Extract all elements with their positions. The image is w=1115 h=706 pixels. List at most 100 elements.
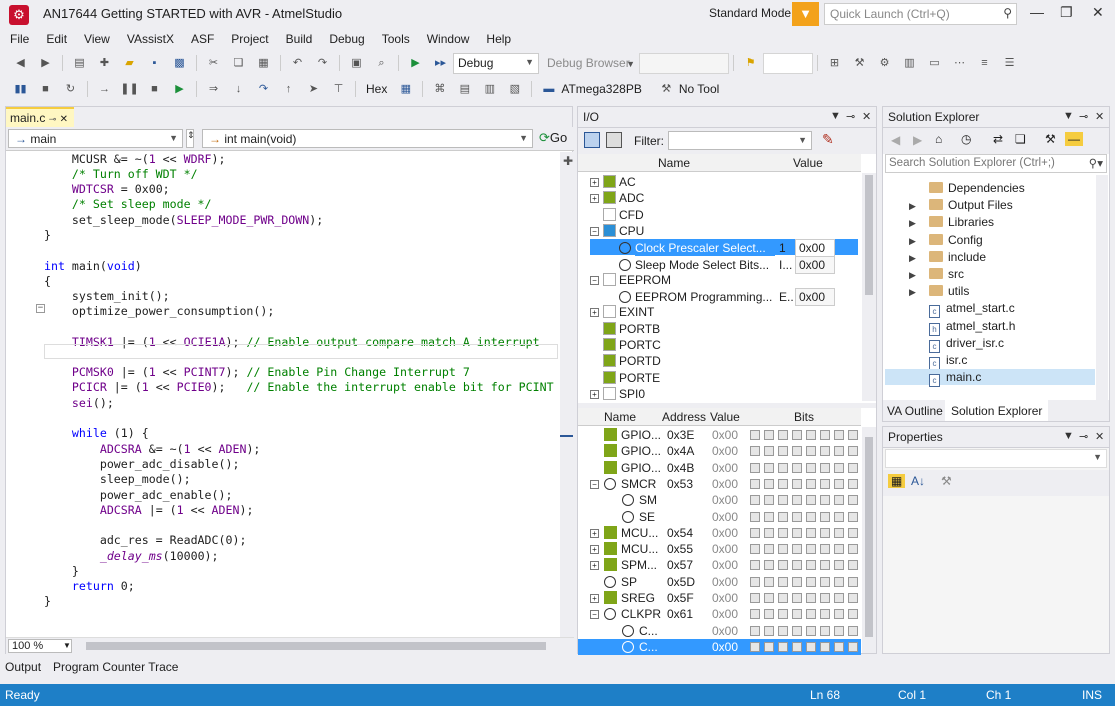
bit-checkbox[interactable] (792, 511, 802, 522)
find-icon[interactable]: ⌕ (372, 55, 391, 71)
menu-vassistx[interactable]: VAssistX (121, 32, 180, 46)
more-icon[interactable]: ⋯ (950, 55, 969, 71)
bit-checkbox[interactable] (806, 446, 816, 457)
expand-arrow-icon[interactable]: ▶ (909, 250, 929, 266)
bit-checkbox[interactable] (820, 641, 830, 652)
comment-icon[interactable]: ▤ (455, 81, 474, 97)
menu-view[interactable]: View (78, 32, 116, 46)
bit-boxes[interactable] (750, 606, 862, 622)
pin-icon[interactable]: ⊸ (49, 114, 57, 124)
platform-select[interactable] (639, 52, 729, 74)
bit-checkbox[interactable] (750, 511, 760, 522)
bit-checkbox[interactable] (820, 576, 830, 587)
bit-checkbox[interactable] (806, 609, 816, 620)
bit-checkbox[interactable] (750, 560, 760, 571)
bit-boxes[interactable] (750, 574, 862, 590)
quick-launch-input[interactable]: Quick Launch (Ctrl+Q) ⚲ (824, 3, 1017, 25)
io-register-row[interactable]: GPIO... 0x4B 0x00 (578, 460, 861, 476)
forward-icon[interactable]: ▶ (36, 55, 55, 71)
bit-checkbox[interactable] (806, 495, 816, 506)
solution-search-input[interactable]: Search Solution Explorer (Ctrl+;) ⚲▾ (885, 154, 1107, 173)
scope-select[interactable]: → main ▼ (8, 129, 183, 148)
bit-checkbox[interactable] (778, 593, 788, 603)
maximize-button[interactable]: ❐ (1060, 4, 1073, 21)
bit-checkbox[interactable] (848, 576, 858, 587)
bit-checkbox[interactable] (792, 576, 802, 587)
pin-icon[interactable]: ⊸ (1079, 110, 1088, 123)
bit-checkbox[interactable] (792, 560, 802, 571)
io-module-item[interactable]: PORTE (590, 370, 660, 386)
solution-item[interactable]: ▶ utils (885, 283, 1095, 299)
bit-checkbox[interactable] (764, 576, 774, 587)
continue-icon[interactable]: ▶ (170, 81, 189, 97)
vertical-scrollbar[interactable]: ✚ (560, 152, 573, 637)
io-register-row[interactable]: SM 0x00 (578, 492, 861, 508)
tab-va-outline[interactable]: VA Outline (887, 404, 943, 418)
bit-boxes[interactable] (750, 509, 862, 525)
expand-icon[interactable]: + (590, 389, 599, 399)
new-project-icon[interactable]: ▤ (70, 55, 89, 71)
bit-checkbox[interactable] (764, 430, 774, 440)
close-icon[interactable]: ✕ (1095, 110, 1104, 123)
io-module-item[interactable]: PORTB (590, 321, 660, 337)
bit-checkbox[interactable] (764, 478, 774, 489)
bit-checkbox[interactable] (806, 576, 816, 587)
io-register-row[interactable]: C... 0x00 (578, 638, 861, 655)
solution-item[interactable]: Dependencies (885, 180, 1095, 196)
bit-boxes[interactable] (750, 427, 862, 443)
tool-hammer-icon[interactable]: ⚒ (657, 81, 676, 97)
forward-icon[interactable]: ▶ (913, 133, 922, 147)
io-register-row[interactable]: − CLKPR 0x61 0x00 (578, 606, 861, 622)
show-next-statement-icon[interactable]: ⇒ (204, 81, 223, 97)
io-module-item[interactable]: PORTC (590, 337, 661, 353)
split-icon[interactable]: ✚ (563, 154, 573, 168)
format-icon[interactable]: ▧ (505, 81, 524, 97)
settings-icon[interactable]: ⚙ (875, 55, 894, 71)
back-icon[interactable]: ◀ (891, 133, 900, 147)
expand-icon[interactable]: + (590, 194, 599, 204)
cut-icon[interactable]: ✂ (204, 55, 223, 71)
solution-item[interactable]: ▶ Config (885, 232, 1095, 248)
bit-checkbox[interactable] (778, 576, 788, 587)
preview-icon[interactable]: — (1065, 132, 1083, 146)
bit-checkbox[interactable] (764, 527, 774, 538)
bit-checkbox[interactable] (792, 462, 802, 473)
filter-funnel-icon[interactable]: ▼ (792, 2, 819, 26)
io-module-item[interactable]: + EXINT (590, 304, 654, 320)
bit-checkbox[interactable] (806, 462, 816, 473)
bit-checkbox[interactable] (848, 641, 858, 652)
bit-checkbox[interactable] (806, 544, 816, 555)
step-out-icon[interactable]: ↑ (279, 81, 298, 97)
bit-checkbox[interactable] (848, 560, 858, 571)
bit-checkbox[interactable] (834, 462, 844, 473)
io-register-row[interactable]: GPIO... 0x3E 0x00 (578, 427, 861, 443)
bit-checkbox[interactable] (792, 495, 802, 506)
expand-icon[interactable]: + (590, 594, 599, 603)
horizontal-scrollbar[interactable]: 100 % ▼ (6, 637, 574, 654)
bit-checkbox[interactable] (834, 641, 844, 652)
bit-checkbox[interactable] (792, 609, 802, 620)
bit-checkbox[interactable] (820, 430, 830, 440)
history-icon[interactable]: ◷ (961, 132, 971, 146)
close-icon[interactable]: ✕ (60, 114, 68, 125)
bit-checkbox[interactable] (778, 544, 788, 555)
bit-checkbox[interactable] (764, 641, 774, 652)
bit-checkbox[interactable] (792, 446, 802, 457)
bit-checkbox[interactable] (778, 430, 788, 440)
bit-checkbox[interactable] (764, 495, 774, 506)
bit-checkbox[interactable] (792, 625, 802, 636)
save-all-icon[interactable]: ▩ (170, 55, 189, 71)
expand-icon[interactable]: − (590, 226, 599, 236)
bit-checkbox[interactable] (820, 446, 830, 457)
bit-checkbox[interactable] (834, 446, 844, 457)
indent-icon[interactable]: ≡ (975, 55, 994, 71)
expand-icon[interactable]: + (590, 561, 599, 571)
bit-boxes[interactable] (750, 557, 862, 573)
io-register-row[interactable]: + MCU... 0x54 0x00 (578, 525, 861, 541)
scroll-thumb[interactable] (86, 642, 546, 650)
bit-checkbox[interactable] (778, 478, 788, 489)
bit-checkbox[interactable] (806, 478, 816, 489)
io-bottom-scrollbar[interactable] (862, 427, 876, 653)
bit-checkbox[interactable] (750, 625, 760, 636)
wrench-icon[interactable]: ⚒ (850, 55, 869, 71)
